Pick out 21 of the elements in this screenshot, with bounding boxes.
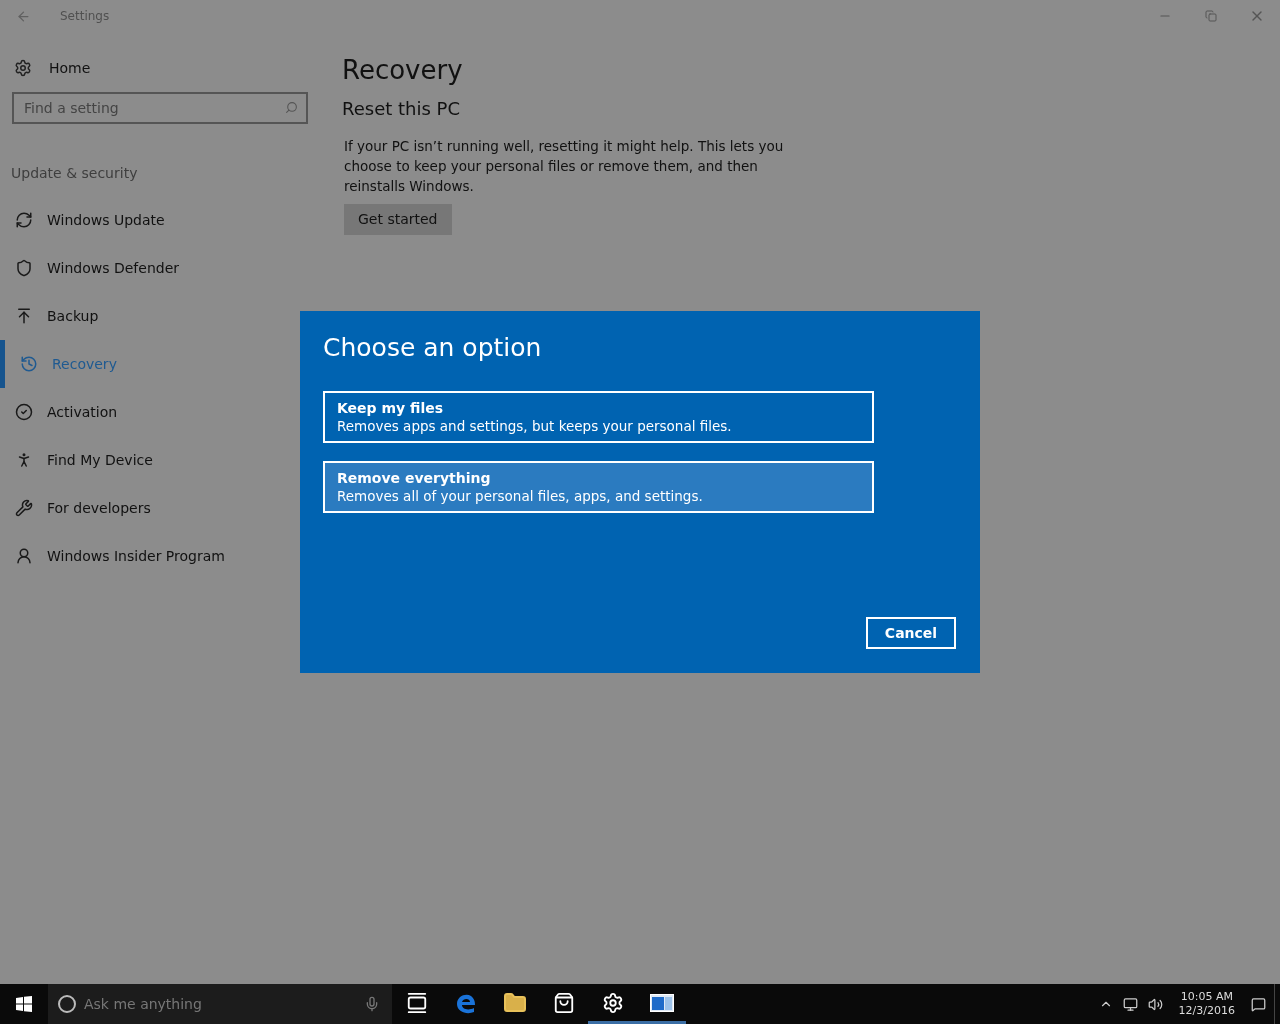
search-field[interactable]: Find a setting	[12, 92, 308, 124]
taskbar-search-field[interactable]: Ask me anything	[48, 984, 392, 1024]
nav-item[interactable]: Find My Device	[0, 436, 320, 484]
page-title: Recovery	[342, 54, 464, 87]
clock[interactable]: 10:05 AM 12/3/2016	[1172, 990, 1241, 1018]
nav-item[interactable]: Backup	[0, 292, 320, 340]
nav-item[interactable]: Windows Insider Program	[0, 532, 320, 580]
nav-item[interactable]: Windows Update	[0, 196, 320, 244]
window-title: Settings	[60, 8, 110, 25]
dialog-title: Choose an option	[323, 332, 543, 364]
cancel-button[interactable]: Cancel	[866, 617, 956, 649]
description-text: If your PC isn’t running well, resetting it might help. This lets you choose to keep your personal files or remove them, and then reinstalls Windows.	[344, 137, 784, 196]
nav-item[interactable]: Activation	[0, 388, 320, 436]
option-button[interactable]: Keep my files Removes apps and settings, but keeps your personal files.	[323, 391, 874, 443]
nav-item[interactable]: For developers	[0, 484, 320, 532]
home-link[interactable]: Home	[49, 57, 91, 79]
get-started-button[interactable]: Get started	[344, 204, 452, 235]
section-heading: Reset this PC	[342, 97, 461, 121]
section-label: Update & security	[11, 164, 139, 182]
option-button[interactable]: Remove everything Removes all of your personal files, apps, and settings.	[323, 461, 874, 513]
nav-item[interactable]: Windows Defender	[0, 244, 320, 292]
